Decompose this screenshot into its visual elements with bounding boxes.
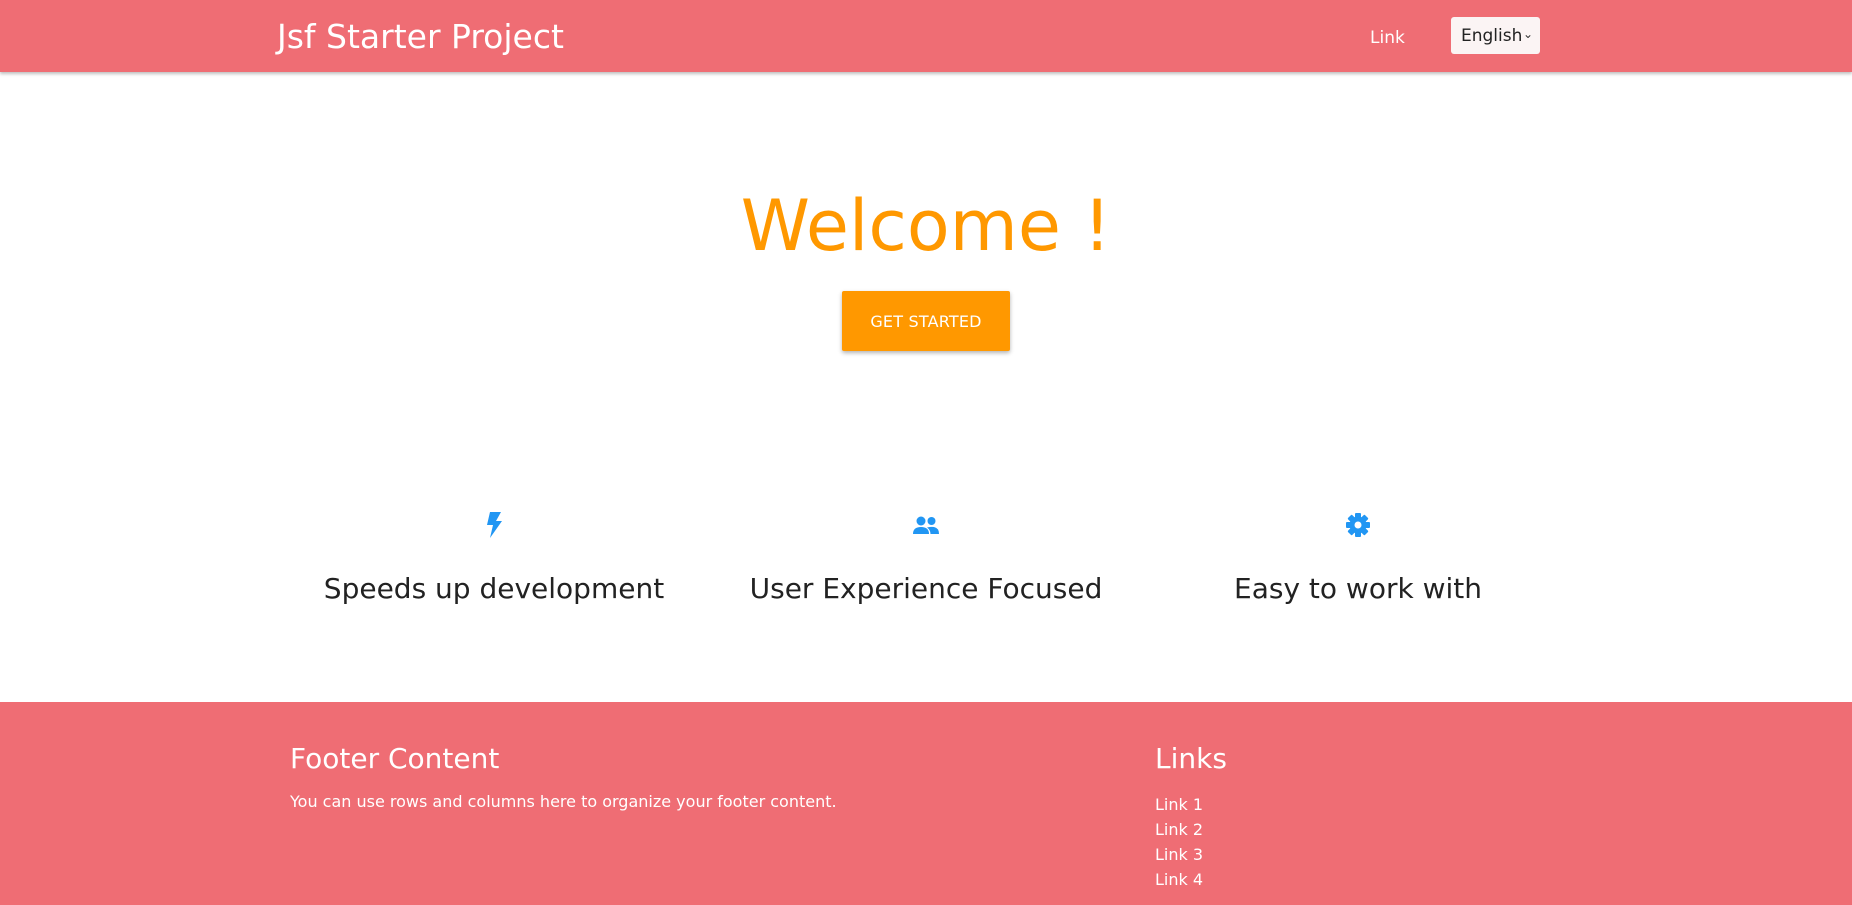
feature-title: User Experience Focused — [749, 572, 1103, 605]
language-select[interactable]: English ⌄ — [1451, 17, 1540, 54]
list-item: Link 4 — [1155, 867, 1203, 892]
chevron-down-icon: ⌄ — [1522, 27, 1533, 41]
hero-title: Welcome ! — [740, 185, 1112, 267]
top-navbar: Jsf Starter Project Link English ⌄ — [0, 0, 1852, 72]
footer-link-1[interactable]: Link 1 — [1155, 795, 1203, 814]
footer-link-2[interactable]: Link 2 — [1155, 820, 1203, 839]
page-footer: Footer Content You can use rows and colu… — [0, 702, 1852, 905]
nav-link[interactable]: Link — [1370, 27, 1405, 49]
flash-icon — [274, 510, 714, 542]
footer-links-title: Links — [1155, 742, 1227, 775]
brand-logo-link[interactable]: Jsf Starter Project — [277, 17, 564, 57]
feature-title: Speeds up development — [323, 572, 665, 605]
footer-title: Footer Content — [290, 742, 500, 775]
footer-link-4[interactable]: Link 4 — [1155, 870, 1203, 889]
language-select-value: English — [1461, 25, 1523, 46]
gear-icon — [1138, 510, 1578, 542]
list-item: Link 2 — [1155, 817, 1203, 842]
list-item: Link 3 — [1155, 842, 1203, 867]
group-icon — [706, 510, 1146, 542]
footer-text: You can use rows and columns here to org… — [290, 792, 837, 811]
feature-ux: User Experience Focused — [706, 510, 1146, 606]
feature-title: Easy to work with — [1234, 572, 1482, 605]
feature-easy: Easy to work with — [1138, 510, 1578, 606]
footer-links-list: Link 1 Link 2 Link 3 Link 4 — [1155, 792, 1203, 892]
get-started-button[interactable]: GET STARTED — [842, 291, 1010, 351]
list-item: Link 1 — [1155, 792, 1203, 817]
footer-link-3[interactable]: Link 3 — [1155, 845, 1203, 864]
feature-speed: Speeds up development — [274, 510, 714, 606]
